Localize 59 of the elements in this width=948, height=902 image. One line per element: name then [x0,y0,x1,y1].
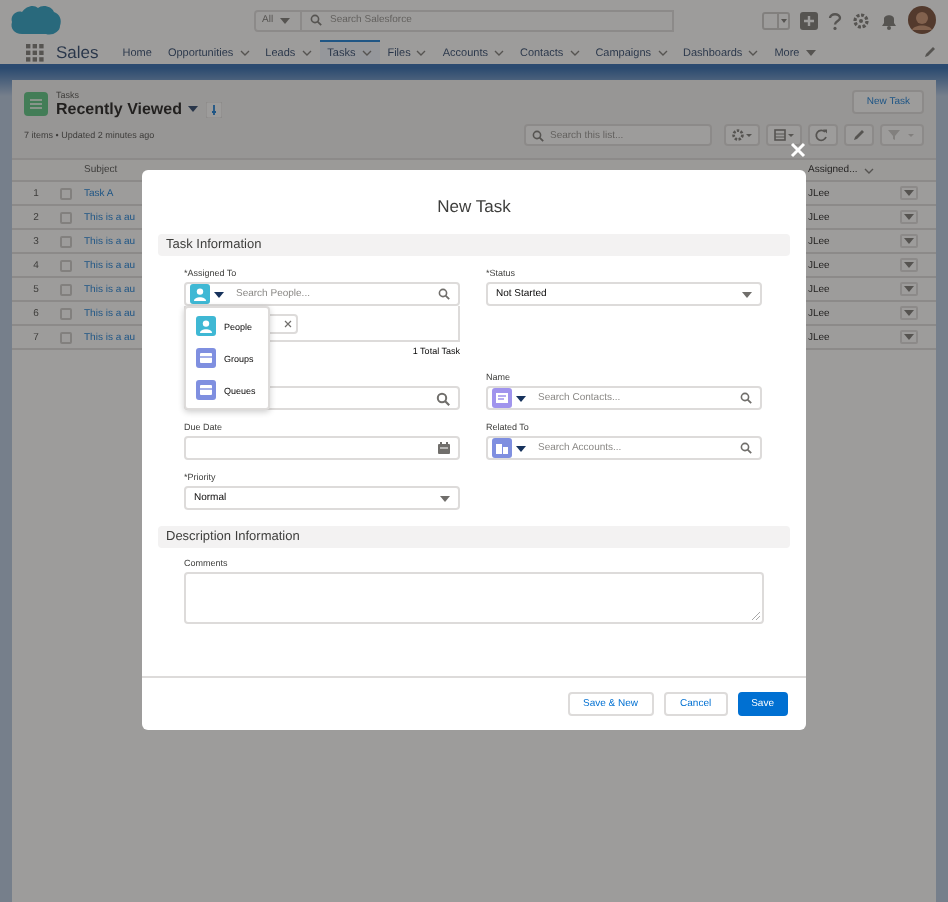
favorites-icon[interactable] [762,11,790,29]
caret-icon [440,495,450,501]
modal-title: New Task [435,194,513,220]
refresh-icon[interactable] [814,126,832,144]
row-checkbox[interactable] [60,331,72,343]
caret-icon [904,286,914,292]
add-icon[interactable] [800,11,818,29]
row-checkbox[interactable] [60,259,72,271]
row-action-button[interactable] [900,330,918,344]
list-view-selector[interactable]: Recently Viewed [56,100,198,118]
caret-icon [904,262,914,268]
search-icon [436,391,450,405]
search-icon [310,14,322,26]
row-checkbox[interactable] [60,187,72,199]
filter-icon[interactable] [886,126,918,144]
caret-icon [516,445,526,451]
row-action-button[interactable] [900,258,918,272]
caret-icon [904,238,914,244]
row-checkbox[interactable] [60,283,72,295]
caret-icon [214,291,224,297]
row-action-button[interactable] [900,234,918,248]
caret-icon [904,310,914,316]
avatar-icon[interactable] [908,6,936,34]
app-name: Sales [56,42,99,62]
caret-icon [742,291,752,297]
caret-icon [516,395,526,401]
pencil-icon[interactable] [924,46,936,58]
row-checkbox[interactable] [60,307,72,319]
row-action-button[interactable] [900,186,918,200]
task-list-icon [24,92,48,116]
table-view-menu-icon[interactable] [772,126,796,144]
row-checkbox[interactable] [60,211,72,223]
app-launcher-icon[interactable] [26,43,44,61]
bell-icon[interactable] [880,11,898,29]
search-icon [532,129,544,141]
edit-icon[interactable] [850,126,868,144]
caret-icon [904,214,914,220]
settings-menu-icon[interactable] [730,126,754,144]
row-action-button[interactable] [900,210,918,224]
calendar-icon [438,442,450,454]
cloud-logo-icon[interactable] [10,4,62,36]
row-checkbox[interactable] [60,235,72,247]
caret-icon [904,190,914,196]
search-icon [438,288,450,300]
pin-icon[interactable] [206,101,222,117]
settings-icon[interactable] [852,11,870,29]
caret-icon [279,17,290,23]
remove-icon[interactable] [284,319,292,327]
close-icon[interactable] [790,142,806,158]
caret-icon [188,106,198,112]
resize-handle-icon[interactable] [752,612,760,620]
row-action-button[interactable] [900,282,918,296]
caret-icon [904,334,914,340]
search-icon [740,392,752,404]
help-icon[interactable] [828,11,842,29]
row-action-button[interactable] [900,306,918,320]
search-icon [740,442,752,454]
chevron-icon [863,167,874,173]
date-field[interactable] [184,436,460,460]
